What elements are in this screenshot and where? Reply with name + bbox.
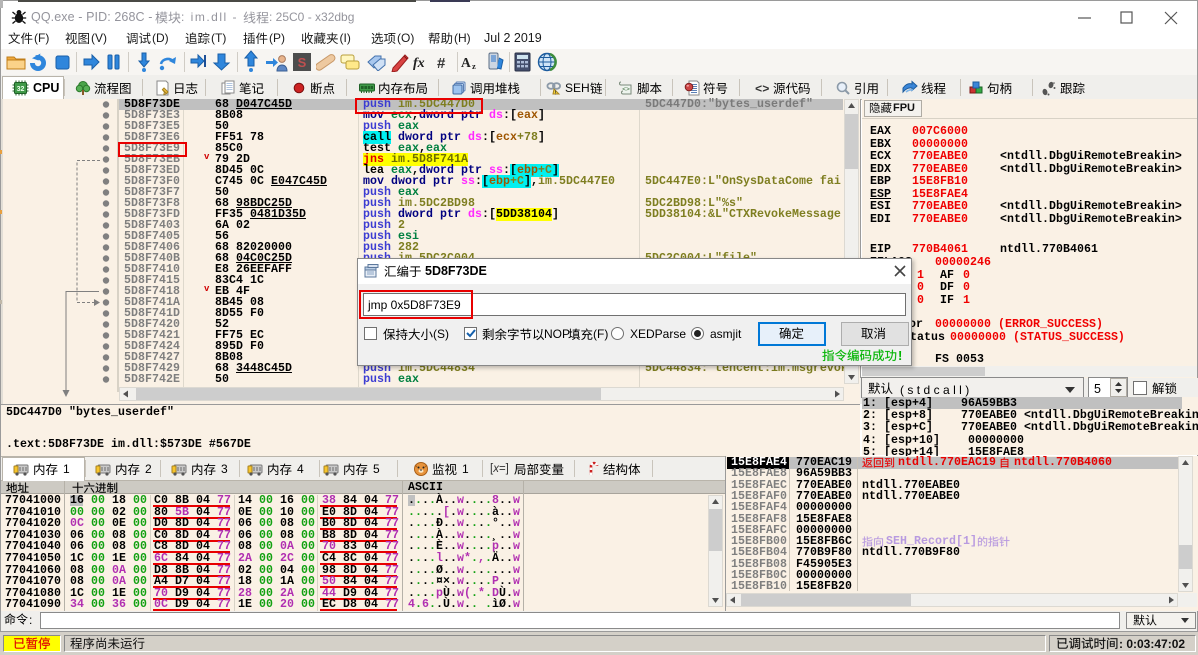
svg-text:<>: <> [755, 83, 769, 97]
svg-text:z: z [472, 61, 476, 71]
svg-text:S: S [298, 55, 307, 70]
svg-text:A: A [461, 55, 471, 70]
svg-text:32: 32 [17, 86, 25, 93]
svg-text:<>: <> [622, 86, 630, 93]
svg-text:fx: fx [413, 56, 425, 71]
svg-text:!: ! [555, 91, 557, 97]
svg-text:#: # [437, 55, 446, 71]
